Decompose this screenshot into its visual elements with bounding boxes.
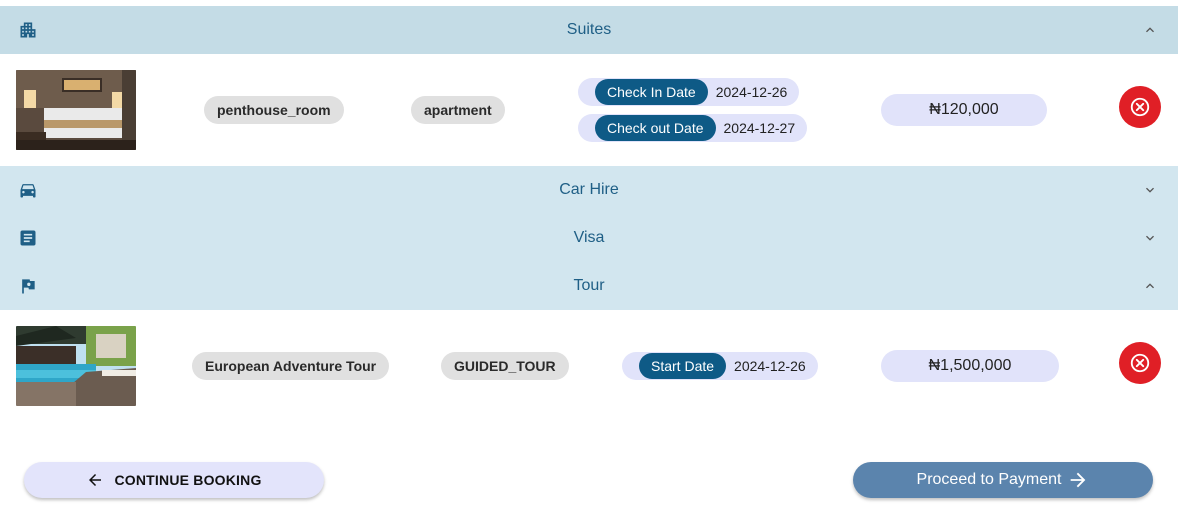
proceed-to-payment-button[interactable]: Proceed to Payment: [853, 462, 1153, 498]
suite-price-chip: ₦120,000: [881, 94, 1047, 126]
arrow-right-icon: [1071, 472, 1086, 488]
start-date-value: 2024-12-26: [734, 358, 806, 374]
tour-type-chip: GUIDED_TOUR: [441, 352, 569, 380]
check-in-date-chip: Check In Date 2024-12-26: [578, 78, 800, 106]
close-circle-icon: [1130, 353, 1150, 373]
continue-booking-button[interactable]: CONTINUE BOOKING: [24, 462, 324, 498]
close-circle-icon: [1130, 97, 1150, 117]
section-title-visa: Visa: [573, 229, 605, 246]
section-title-tour: Tour: [573, 277, 605, 294]
check-out-date-chip: Check out Date 2024-12-27: [578, 114, 808, 142]
tour-price-chip: ₦1,500,000: [881, 350, 1059, 382]
flag-icon: [22, 279, 35, 294]
chevron-down-icon[interactable]: [1142, 230, 1158, 246]
suite-type-chip: apartment: [411, 96, 505, 124]
section-title-suites: Suites: [566, 21, 612, 38]
proceed-to-payment-label: Proceed to Payment: [916, 471, 1062, 488]
section-header-visa[interactable]: Visa: [0, 214, 1178, 262]
suite-booking-row: penthouse_room apartment Check In Date 2…: [0, 54, 1178, 166]
section-header-tour[interactable]: Tour: [0, 262, 1178, 310]
tour-name-chip: European Adventure Tour: [192, 352, 390, 380]
suite-room-image: [16, 70, 136, 150]
document-icon: [20, 230, 36, 246]
section-title-car-hire: Car Hire: [559, 181, 619, 198]
check-in-value: 2024-12-26: [715, 84, 788, 100]
check-in-label: Check In Date: [595, 79, 708, 105]
remove-tour-button[interactable]: [1119, 342, 1161, 384]
start-date-label: Start Date: [639, 353, 727, 379]
continue-booking-label: CONTINUE BOOKING: [114, 472, 262, 488]
start-date-chip: Start Date 2024-12-26: [622, 352, 818, 380]
remove-suite-button[interactable]: [1119, 86, 1161, 128]
chevron-up-icon[interactable]: [1142, 22, 1158, 38]
section-header-car-hire[interactable]: Car Hire: [0, 166, 1178, 214]
check-out-label: Check out Date: [595, 115, 716, 141]
tour-booking-row: European Adventure Tour GUIDED_TOUR Star…: [0, 310, 1178, 422]
car-icon: [20, 184, 36, 198]
check-out-value: 2024-12-27: [723, 120, 796, 136]
chevron-down-icon[interactable]: [1142, 182, 1158, 198]
section-header-suites[interactable]: Suites: [0, 6, 1178, 54]
suite-name-chip: penthouse_room: [204, 96, 344, 124]
building-icon: [20, 22, 36, 38]
arrow-left-icon: [89, 474, 102, 486]
chevron-up-icon[interactable]: [1142, 278, 1158, 294]
tour-image: [16, 326, 136, 406]
